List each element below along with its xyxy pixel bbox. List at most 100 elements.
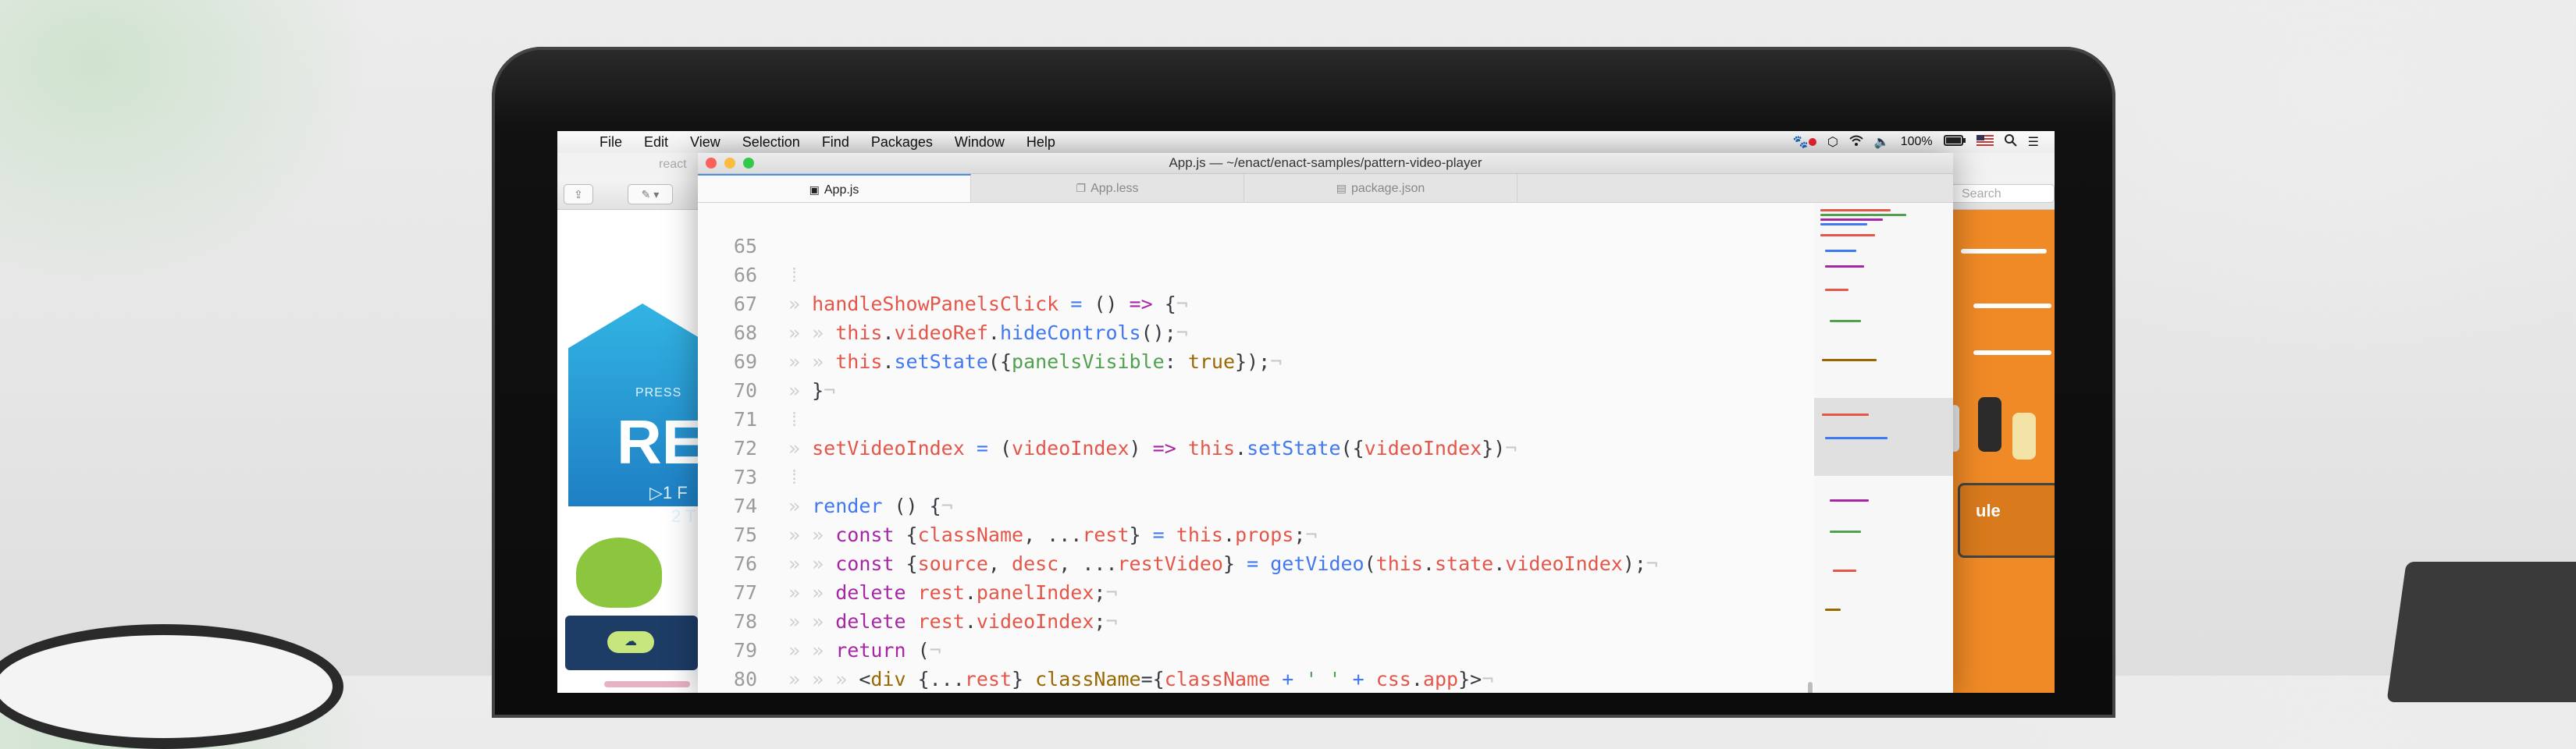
code-line[interactable]: 78 » » return (¬ [698,578,941,662]
minimap-line [1820,234,1875,236]
search-placeholder: Search [1962,187,2001,201]
code-line[interactable]: 75 » » const {source, desc, ...restVideo… [698,492,1658,575]
code-minimap[interactable] [1814,203,1953,693]
code-line[interactable]: 73 » render () {¬ [698,434,953,517]
ad-subtext-2: 2 T [671,506,696,526]
code-editor[interactable]: 65 ⁞ 66 » handleShowPanelsClick = () => … [698,203,1814,693]
minimap-line [1820,218,1883,221]
list-icon[interactable]: ☰ [2028,134,2039,150]
ad-rail [1961,249,2047,254]
minimap-line [1822,414,1869,416]
pen-icon[interactable]: ✎ ▾ [628,184,673,204]
ad-press-text: PRESS [635,386,682,399]
left-advertisement[interactable]: PRESS RE ▷1 F 2 T ☁ [557,210,698,693]
code-line[interactable]: 72 ⁞ [698,405,800,488]
line-number: 80 [733,668,757,690]
minimap-line [1830,531,1861,533]
wifi-icon[interactable] [1849,135,1863,150]
laptop-screen: File Edit View Selection Find Packages W… [557,131,2055,693]
file-js-icon: ▣ [809,183,820,196]
minimap-line [1822,359,1877,361]
search-icon[interactable] [2004,133,2017,151]
right-advertisement[interactable]: ule [1950,210,2055,693]
code-line[interactable]: 71 » setVideoIndex = (videoIndex) => thi… [698,376,1517,460]
background-device [2386,562,2576,702]
minimize-window-button[interactable] [724,158,735,169]
ad-tool-image [1978,397,2001,452]
code-line[interactable]: 77 » » delete rest.videoIndex;¬ [698,549,1118,633]
zoom-window-button[interactable] [743,158,754,169]
minimap-line [1820,214,1906,216]
volume-icon[interactable]: 🔈 [1874,134,1890,150]
code-line[interactable]: 65 ⁞ [698,203,800,286]
coffee-cup [0,624,343,749]
minimap-line [1820,209,1891,211]
code-text: » setVideoIndex = (videoIndex) => this.s… [788,437,1517,460]
browser-search-input[interactable]: ⌕ Search [1939,184,2055,203]
code-text: » }¬ [788,379,836,402]
editor-window: App.js — ~/enact/enact-samples/pattern-v… [698,153,1953,693]
browser-title: react [659,158,687,171]
dropbox-icon[interactable]: ⬡ [1827,134,1838,150]
close-window-button[interactable] [706,158,717,169]
code-line[interactable]: 68 » » this.setState({panelsVisible: tru… [698,289,1282,373]
ad-subtext-1: ▷1 F [649,483,688,502]
ad-headline: RE [617,407,698,477]
code-text: » » const {className, ...rest} = this.pr… [788,524,1318,546]
minimap-line [1825,289,1848,291]
battery-icon[interactable] [1943,134,1966,150]
code-text: » » » <div {...rest} className={classNam… [788,668,1494,690]
tab-package-json[interactable]: ▤ package.json [1244,174,1517,202]
tab-label: package.json [1350,182,1425,195]
code-text: » handleShowPanelsClick = () => {¬ [788,293,1188,315]
minimap-line [1830,320,1861,322]
code-text: » » delete rest.panelIndex;¬ [788,581,1118,604]
editor-window-title: App.js — ~/enact/enact-samples/pattern-v… [1169,155,1482,170]
code-line[interactable]: 69 » }¬ [698,318,835,402]
menu-view[interactable]: View [679,134,731,151]
menu-find[interactable]: Find [811,134,860,151]
code-line[interactable]: 74 » » const {className, ...rest} = this… [698,463,1318,546]
minimap-line [1825,609,1841,611]
editor-scrollbar[interactable] [1808,682,1813,693]
share-icon[interactable]: ⇪ [564,184,593,204]
cloud-icon[interactable]: ☁ [607,631,654,653]
minimap-line [1820,223,1867,225]
editor-titlebar: App.js — ~/enact/enact-samples/pattern-v… [698,153,1953,174]
ad-tool-image [2012,413,2036,460]
minimap-line [1825,265,1864,268]
code-line[interactable]: 80 » » » » <VideoPlayer ref={this.setVid… [698,636,792,690]
minimap-line [1833,570,1856,572]
ad-monitor-image: ule [1958,483,2055,558]
code-line[interactable]: 66 » handleShowPanelsClick = () => {¬ [698,232,1188,315]
menu-window[interactable]: Window [944,134,1016,151]
menu-selection[interactable]: Selection [731,134,811,151]
menu-edit[interactable]: Edit [633,134,679,151]
editor-tab-bar: ▣ App.js ❐ App.less ▤ package.json [698,174,1953,203]
notification-icon[interactable]: 🐾 [1793,134,1816,150]
tab-app-less[interactable]: ❐ App.less [971,174,1244,202]
menu-bar: File Edit View Selection Find Packages W… [557,131,2055,154]
ad-label: ule [1976,501,2001,520]
file-json-icon: ▤ [1336,182,1347,194]
code-line[interactable]: 67 » » this.videoRef.hideControls();¬ [698,261,1188,344]
menu-packages[interactable]: Packages [860,134,944,151]
status-area: 🐾 ⬡ 🔈 100% ☰ [1793,133,2055,151]
battery-text[interactable]: 100% [1901,135,1933,149]
code-line[interactable]: 70 ⁞ [698,347,800,431]
tab-label: App.less [1091,182,1139,195]
menu-help[interactable]: Help [1016,134,1066,151]
tab-label: App.js [824,183,859,197]
code-text: » render () {¬ [788,495,953,517]
flag-icon[interactable] [1976,134,1994,150]
ad-rail [1973,304,2051,308]
minimap-line [1825,250,1856,252]
code-text: » » this.setState({panelsVisible: true})… [788,350,1283,373]
tab-app-js[interactable]: ▣ App.js [698,174,971,202]
code-line[interactable]: 76 » » delete rest.panelIndex;¬ [698,520,1118,604]
ad-rail [1973,350,2051,355]
ad-plant-image [576,538,662,608]
code-line[interactable]: 79 » » » <div {...rest} className={class… [698,607,1493,690]
menu-file[interactable]: File [589,134,633,151]
ad-slider [604,681,690,687]
